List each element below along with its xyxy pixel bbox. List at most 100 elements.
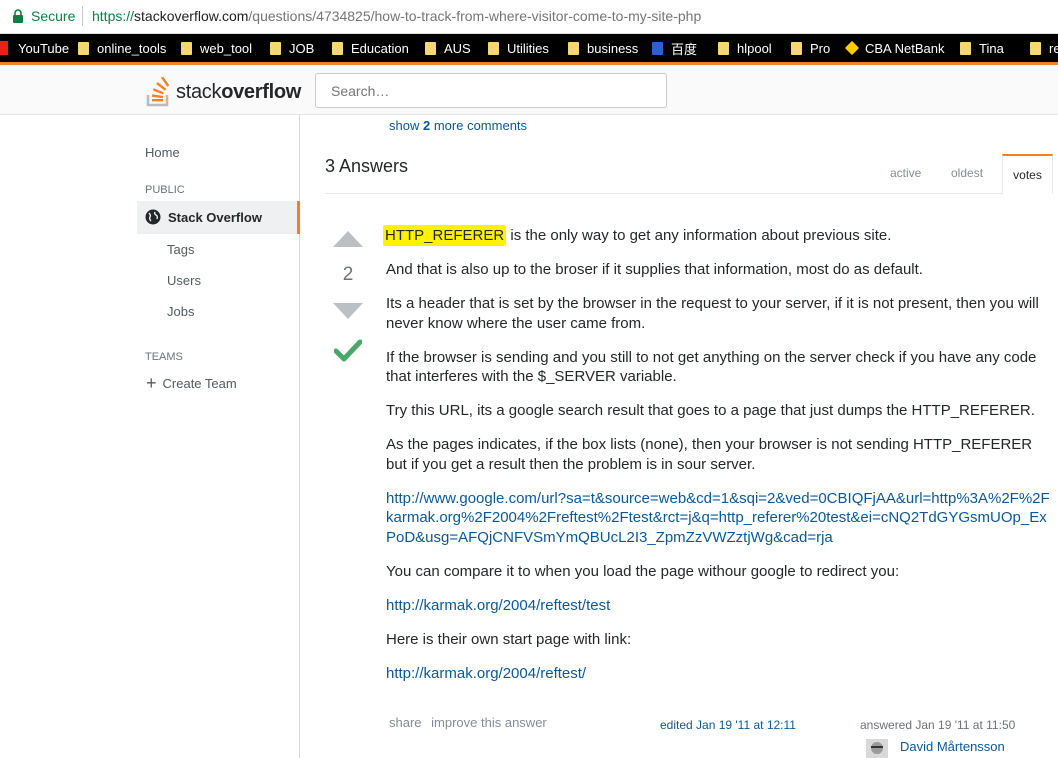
url-text[interactable]: https://stackoverflow.com/questions/4734… <box>92 8 701 24</box>
show-more-comments-link[interactable]: show 2 more comments <box>389 118 527 133</box>
bookmark-label: hlpool <box>737 40 772 56</box>
folder-icon <box>1030 41 1041 55</box>
bookmark-label: 百度 <box>671 41 698 57</box>
baidu-icon <box>652 41 663 55</box>
folder-icon <box>568 41 579 55</box>
sidebar-item-label: Stack Overflow <box>168 210 262 225</box>
url-path: /questions/4734825/how-to-track-from-whe… <box>248 8 702 24</box>
author-name-link[interactable]: David Mårtensson <box>900 739 1005 754</box>
folder-icon <box>78 41 89 55</box>
post-menu: share improve this answer <box>389 715 553 730</box>
folder-icon <box>181 41 192 55</box>
comment-count: 2 <box>422 118 431 133</box>
tab-oldest[interactable]: oldest <box>951 166 983 180</box>
share-link[interactable]: share <box>389 715 422 730</box>
logo-wordmark: stackoverflow <box>176 81 301 104</box>
bookmark-hlpool[interactable]: hlpool <box>718 34 772 62</box>
answer-paragraph: As the pages indicates, if the box lists… <box>386 436 1033 473</box>
sidebar-section-public: PUBLIC <box>145 184 185 196</box>
url-host: stackoverflow.com <box>134 8 249 24</box>
bookmark-cba-netbank[interactable]: CBA NetBank <box>844 34 945 62</box>
bookmark-label: business <box>587 40 639 56</box>
bookmark-label: web_tool <box>200 40 253 56</box>
folder-icon <box>718 41 729 55</box>
downvote-icon[interactable] <box>333 303 363 319</box>
folder-icon <box>488 41 499 55</box>
avatar[interactable] <box>866 739 888 758</box>
sidebar-item-jobs[interactable]: Jobs <box>167 304 194 319</box>
answer-paragraph: And that is also up to the broser if it … <box>386 261 923 278</box>
tab-votes[interactable]: votes <box>1002 154 1053 194</box>
answer-paragraph: Try this URL, its a google search result… <box>386 402 1035 419</box>
folder-icon <box>425 41 436 55</box>
bookmark-label: Pro <box>810 40 831 56</box>
folder-icon <box>791 41 802 55</box>
search-input[interactable] <box>315 73 667 108</box>
cba-icon <box>844 40 860 56</box>
highlighted-term: HTTP_REFERER <box>383 225 507 246</box>
upvote-icon[interactable] <box>333 231 363 247</box>
answer-paragraph: http://www.google.com/url?sa=t&source=we… <box>386 489 1056 548</box>
logo-text-bold: overflow <box>221 80 302 103</box>
bookmark-label: re <box>1049 40 1058 56</box>
answer-body: HTTP_REFERER is the only way to get any … <box>383 225 1056 698</box>
browser-address-bar[interactable]: Secure https://stackoverflow.com/questio… <box>0 0 1058 34</box>
answer-paragraph: http://karmak.org/2004/reftest/ <box>386 664 1056 684</box>
paragraph-text: is the only way to get any information a… <box>506 227 892 244</box>
bookmark-youtube[interactable]: YouTube <box>0 34 69 62</box>
tab-active[interactable]: active <box>890 166 921 180</box>
sidebar-item-stack-overflow[interactable]: Stack Overflow <box>137 201 300 234</box>
improve-answer-link[interactable]: improve this answer <box>431 715 547 730</box>
create-team-button[interactable]: + Create Team <box>146 373 237 393</box>
bookmark-label: AUS <box>444 40 471 56</box>
bookmark-label: CBA NetBank <box>865 40 945 56</box>
create-team-label: Create Team <box>162 376 237 391</box>
bookmark-aus[interactable]: AUS <box>425 34 471 62</box>
edited-timestamp-link[interactable]: edited Jan 19 '11 at 12:11 <box>660 718 796 732</box>
answers-divider <box>325 193 1053 194</box>
answer-paragraph: http://karmak.org/2004/reftest/test <box>386 596 1056 616</box>
show-suffix: more comments <box>433 118 528 133</box>
sidebar-section-teams: TEAMS <box>145 351 183 363</box>
bookmark-tina[interactable]: Tina <box>960 34 1004 62</box>
reftest-test-link[interactable]: http://karmak.org/2004/reftest/test <box>386 597 610 614</box>
answer-paragraph: Here is their own start page with link: <box>386 630 632 648</box>
accepted-check-icon <box>334 339 362 362</box>
answer-paragraph: You can compare it to when you load the … <box>386 562 900 580</box>
left-sidebar: Home PUBLIC Stack Overflow Tags Users Jo… <box>0 115 300 758</box>
youtube-icon <box>0 41 8 55</box>
bookmark-baidu[interactable]: 百度 <box>652 34 697 62</box>
bookmarks-bar: YouTube online_tools web_tool JOB Educat… <box>0 34 1058 62</box>
reftest-start-link[interactable]: http://karmak.org/2004/reftest/ <box>386 665 586 682</box>
bookmark-utilities[interactable]: Utilities <box>488 34 549 62</box>
bookmark-web-tool[interactable]: web_tool <box>181 34 252 62</box>
bookmark-education[interactable]: Education <box>332 34 409 62</box>
plus-icon: + <box>146 373 157 393</box>
bookmark-business[interactable]: business <box>568 34 638 62</box>
secure-label: Secure <box>31 8 76 24</box>
bookmark-re[interactable]: re <box>1030 34 1058 62</box>
folder-icon <box>960 41 971 55</box>
avatar-image <box>866 739 888 758</box>
bookmark-label: YouTube <box>18 40 70 56</box>
vote-count: 2 <box>342 264 354 285</box>
bookmark-online-tools[interactable]: online_tools <box>78 34 166 62</box>
answer-paragraph: Its a header that is set by the browser … <box>386 295 1039 332</box>
answer-paragraph: HTTP_REFERER is the only way to get any … <box>383 225 1056 246</box>
site-topbar: stackoverflow <box>0 65 1058 115</box>
answered-timestamp: answered Jan 19 '11 at 11:50 <box>860 718 1016 732</box>
sidebar-item-home[interactable]: Home <box>145 145 180 160</box>
bookmark-job[interactable]: JOB <box>270 34 314 62</box>
folder-icon <box>332 41 343 55</box>
sidebar-item-users[interactable]: Users <box>167 273 201 288</box>
logo-text-plain: stack <box>176 80 222 103</box>
bookmark-label: Tina <box>979 40 1004 56</box>
sidebar-item-tags[interactable]: Tags <box>167 242 194 257</box>
google-search-link[interactable]: http://www.google.com/url?sa=t&source=we… <box>386 490 1050 546</box>
folder-icon <box>270 41 281 55</box>
globe-icon <box>145 209 161 225</box>
answer-paragraph: If the browser is sending and you still … <box>386 348 1037 386</box>
bookmark-pro[interactable]: Pro <box>791 34 830 62</box>
stackoverflow-logo-icon <box>146 77 170 107</box>
site-logo[interactable]: stackoverflow <box>146 77 301 107</box>
